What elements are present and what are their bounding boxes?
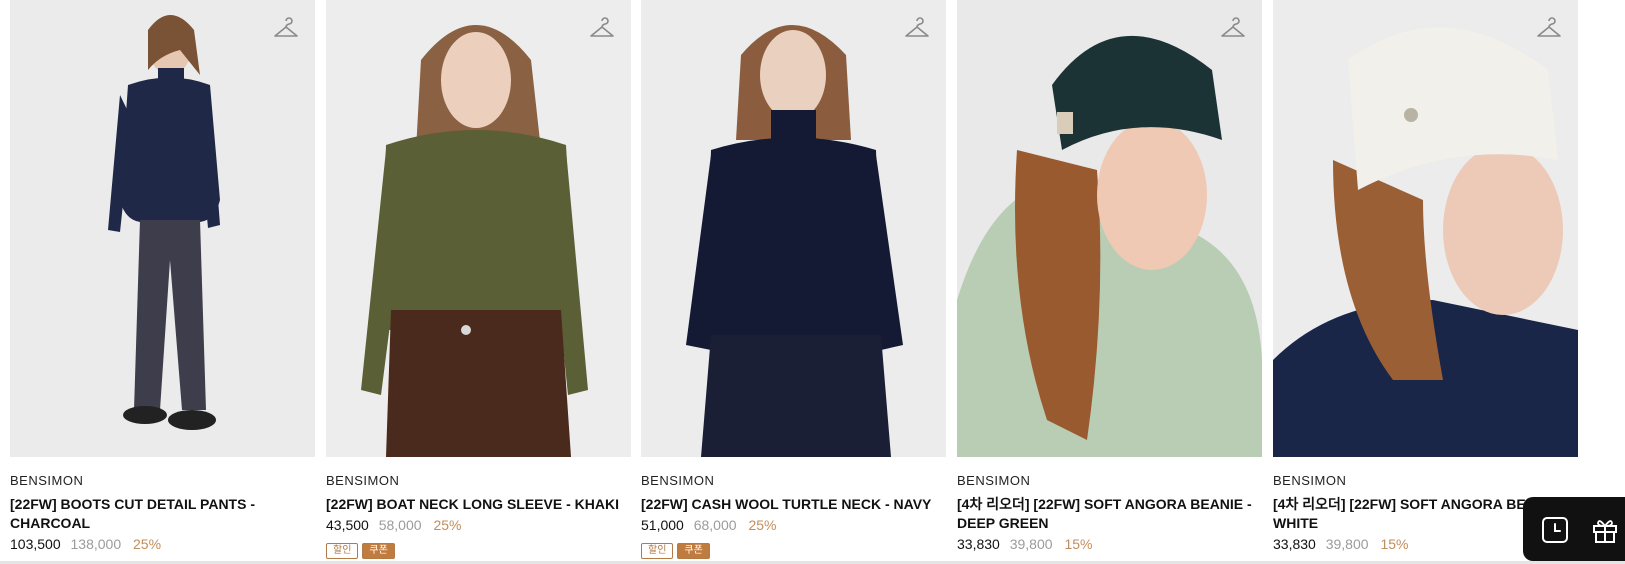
original-price: 58,000 bbox=[378, 517, 422, 533]
coupon-badge: 쿠폰 bbox=[677, 543, 710, 559]
price-row: 33,830 39,800 15% bbox=[957, 535, 1262, 554]
discount-rate: 15% bbox=[1064, 536, 1093, 552]
sale-price: 103,500 bbox=[10, 536, 61, 552]
sale-badge: 할인 bbox=[641, 543, 674, 559]
gift-button[interactable] bbox=[1590, 515, 1620, 545]
model-photo bbox=[10, 0, 315, 457]
model-photo bbox=[326, 0, 631, 457]
discount-rate: 25% bbox=[748, 517, 777, 533]
product-image[interactable] bbox=[957, 0, 1262, 457]
product-image[interactable] bbox=[326, 0, 631, 457]
hanger-icon[interactable] bbox=[1536, 16, 1562, 42]
product-name-line[interactable]: CHARCOAL bbox=[10, 515, 90, 531]
original-price: 138,000 bbox=[70, 536, 122, 552]
product-card[interactable]: BENSIMON [22FW] BOOTS CUT DETAIL PANTS -… bbox=[10, 0, 315, 554]
discount-rate: 25% bbox=[133, 536, 162, 552]
product-name[interactable]: [4차 리오더] [22FW] SOFT ANGORA BEANIE - DEE… bbox=[957, 495, 1262, 533]
hanger-icon[interactable] bbox=[273, 16, 299, 42]
sale-price: 43,500 bbox=[326, 517, 369, 533]
product-card[interactable]: BENSIMON [4차 리오더] [22FW] SOFT ANGORA BEA… bbox=[1273, 0, 1578, 554]
product-image[interactable] bbox=[10, 0, 315, 457]
product-card[interactable]: BENSIMON [4차 리오더] [22FW] SOFT ANGORA BEA… bbox=[957, 0, 1262, 554]
product-brand[interactable]: BENSIMON bbox=[1273, 473, 1578, 488]
discount-rate: 15% bbox=[1380, 536, 1409, 552]
product-image[interactable] bbox=[641, 0, 946, 457]
product-brand[interactable]: BENSIMON bbox=[641, 473, 946, 488]
product-name-line[interactable]: [4차 리오더] [22FW] SOFT ANGORA BEANIE - bbox=[957, 496, 1252, 512]
sale-badge: 할인 bbox=[326, 543, 359, 559]
product-card[interactable]: BENSIMON [22FW] CASH WOOL TURTLE NECK - … bbox=[641, 0, 946, 559]
price-row: 43,500 58,000 25% bbox=[326, 516, 631, 535]
product-name[interactable]: [22FW] BOAT NECK LONG SLEEVE - KHAKI bbox=[326, 495, 631, 514]
product-brand[interactable]: BENSIMON bbox=[10, 473, 315, 488]
coupon-badge: 쿠폰 bbox=[362, 543, 395, 559]
floating-quick-bar bbox=[1523, 497, 1625, 561]
hanger-icon[interactable] bbox=[589, 16, 615, 42]
product-card[interactable]: BENSIMON [22FW] BOAT NECK LONG SLEEVE - … bbox=[326, 0, 631, 559]
model-photo bbox=[957, 0, 1262, 457]
product-grid: BENSIMON [22FW] BOOTS CUT DETAIL PANTS -… bbox=[0, 0, 1625, 564]
product-name-line[interactable]: DEEP GREEN bbox=[957, 515, 1049, 531]
original-price: 68,000 bbox=[693, 517, 737, 533]
hanger-icon[interactable] bbox=[904, 16, 930, 42]
product-name-line[interactable]: [22FW] BOAT NECK LONG SLEEVE - KHAKI bbox=[326, 496, 619, 512]
original-price: 39,800 bbox=[1325, 536, 1369, 552]
product-image[interactable] bbox=[1273, 0, 1578, 457]
sale-price: 33,830 bbox=[957, 536, 1000, 552]
sale-price: 51,000 bbox=[641, 517, 684, 533]
product-name-line[interactable]: [22FW] BOOTS CUT DETAIL PANTS - bbox=[10, 496, 255, 512]
product-brand[interactable]: BENSIMON bbox=[326, 473, 631, 488]
clock-icon bbox=[1542, 517, 1568, 543]
recent-viewed-button[interactable] bbox=[1540, 515, 1570, 545]
badge-row: 할인 쿠폰 bbox=[326, 543, 631, 559]
model-photo bbox=[1273, 0, 1578, 457]
product-name-line[interactable]: WHITE bbox=[1273, 515, 1318, 531]
gift-icon bbox=[1593, 520, 1617, 543]
price-row: 103,500 138,000 25% bbox=[10, 535, 315, 554]
product-name[interactable]: [22FW] BOOTS CUT DETAIL PANTS - CHARCOAL bbox=[10, 495, 315, 533]
sale-price: 33,830 bbox=[1273, 536, 1316, 552]
discount-rate: 25% bbox=[433, 517, 462, 533]
product-name[interactable]: [22FW] CASH WOOL TURTLE NECK - NAVY bbox=[641, 495, 946, 514]
model-photo bbox=[641, 0, 946, 457]
original-price: 39,800 bbox=[1009, 536, 1053, 552]
badge-row: 할인 쿠폰 bbox=[641, 543, 946, 559]
price-row: 51,000 68,000 25% bbox=[641, 516, 946, 535]
product-brand[interactable]: BENSIMON bbox=[957, 473, 1262, 488]
product-name-line[interactable]: [22FW] CASH WOOL TURTLE NECK - NAVY bbox=[641, 496, 931, 512]
hanger-icon[interactable] bbox=[1220, 16, 1246, 42]
